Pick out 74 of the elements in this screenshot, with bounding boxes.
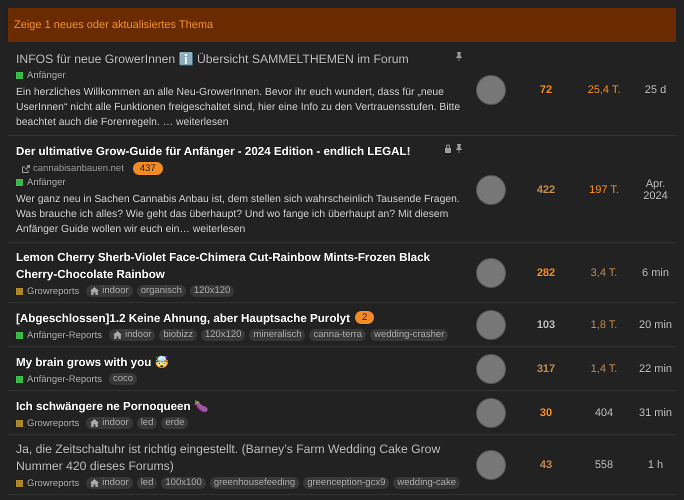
activity-time[interactable]: 20 min [635,319,676,331]
category-label[interactable]: Anfänger [16,177,66,188]
tag[interactable]: indoor [108,329,156,341]
activity-time[interactable]: 31 min [635,407,676,419]
activity-time[interactable]: Apr. 2024 [635,178,676,202]
reply-count: 103 [536,319,556,331]
tag[interactable]: biobizz [159,329,197,341]
category-label[interactable]: Growreports [16,478,80,488]
topic-excerpt: Wer ganz neu in Sachen Cannabis Anbau ist, dem stellen sich wahrscheinlich Tausende Fragen. Was brauche ich alles? Wie geht das überhaupt? Und wo fange ich überhaupt an? Mit diesem Anfänger Guide wollen wir euch ein… weiterlesen [16,193,461,237]
topic-title[interactable]: [Abgeschlossen]1.2 Keine Ahnung, aber Hauptsache Purolyt [16,310,350,327]
new-posts-count[interactable]: 2 [354,311,374,324]
user-avatar[interactable] [476,310,506,340]
user-avatar[interactable] [476,258,506,288]
tag[interactable]: erde [161,417,188,429]
reply-count: 317 [536,363,556,375]
user-avatar[interactable] [476,75,506,105]
topic-title[interactable]: Der ultimative Grow-Guide für Anfänger - 2024 Edition - endlich LEGAL! [16,143,410,160]
tag[interactable]: indoor [86,285,133,297]
topic-title[interactable]: INFOS für neue GrowerInnen ℹ Übersicht SAMMELTHEMEN im Forum [16,51,409,68]
tag[interactable]: coco [108,373,138,385]
topic-title[interactable]: My brain grows with you 🤯 [16,354,168,371]
category-label[interactable]: Anfänger [16,70,66,81]
tag[interactable]: mineralisch [249,329,306,341]
tag[interactable]: led [136,477,158,489]
tag[interactable]: organisch [136,285,186,297]
house-icon [112,331,122,339]
tag[interactable]: wedding-cake [393,477,460,489]
house-icon [90,479,100,487]
tag[interactable]: 120x120 [190,285,234,297]
activity-time[interactable]: 1 h [635,459,676,471]
tag[interactable]: greenhousefeeding [210,477,300,489]
topic-title[interactable]: Ja, die Zeitschaltuhr ist richtig eingestellt. (Barney’s Farm Wedding Cake Grow Nummer 420 dieses Forums) [16,441,457,475]
reply-count: 72 [538,84,554,96]
tag[interactable]: canna-terra [309,329,366,341]
reply-count: 30 [538,407,554,419]
read-more-link[interactable]: weiterlesen [176,117,229,128]
user-avatar[interactable] [476,354,506,384]
external-link-icon [22,164,30,172]
reply-count: 282 [536,267,556,279]
read-more-link[interactable]: weiterlesen [192,224,246,235]
activity-time[interactable]: 22 min [635,363,676,375]
house-icon [90,287,100,295]
view-count: 25,4 T. [586,84,622,96]
user-avatar[interactable] [476,174,506,204]
category-label[interactable]: Growreports [16,418,80,428]
reply-count: 422 [536,184,556,196]
view-count: 1,8 T. [590,319,618,331]
tag[interactable]: indoor [86,477,133,489]
tag[interactable]: led [136,417,158,429]
category-label[interactable]: Anfänger-Reports [16,330,102,340]
tag[interactable]: greenception-gcx9 [303,477,390,489]
category-label[interactable]: Growreports [16,286,80,296]
topic-title[interactable]: Ich schwängere ne Pornoqueen 🍆 [16,398,208,415]
reply-count: 43 [538,459,554,471]
tag[interactable]: indoor [86,417,133,429]
view-count: 197 T. [588,184,620,196]
tag[interactable]: wedding-crasher [370,329,448,341]
view-count: 1,4 T. [590,363,618,375]
user-avatar[interactable] [476,450,506,480]
activity-time[interactable]: 6 min [635,267,676,279]
topic-link[interactable]: cannabisanbauen.net [16,163,124,174]
house-icon [90,419,100,427]
activity-time[interactable]: 25 d [635,84,676,96]
new-posts-count[interactable]: 437 [132,162,163,175]
category-label[interactable]: Anfänger-Reports [16,374,102,384]
user-avatar[interactable] [476,398,506,428]
topic-excerpt: Ein herzliches Willkommen an alle Neu-GrowerInnen. Bevor ihr euch wundert, dass für „neue UserInnen“ nicht alle Funktionen freigeschaltet sind, hier eine Info zu den Vertrauensstufen. Bitte beachtet auch die Forenregeln. … weiterlesen [16,86,462,130]
view-count: 3,4 T. [590,267,618,279]
tag[interactable]: 120x120 [200,329,246,341]
new-topics-banner[interactable]: Zeige 1 neues oder aktualisiertes Thema [8,8,676,42]
view-count: 404 [594,407,614,419]
topic-title[interactable]: Lemon Cherry Sherb-Violet Face-Chimera Cut-Rainbow Mints-Frozen Black Cherry-Chocolate Rainbow [16,249,457,283]
view-count: 558 [594,459,614,471]
tag[interactable]: 100x100 [161,477,206,489]
